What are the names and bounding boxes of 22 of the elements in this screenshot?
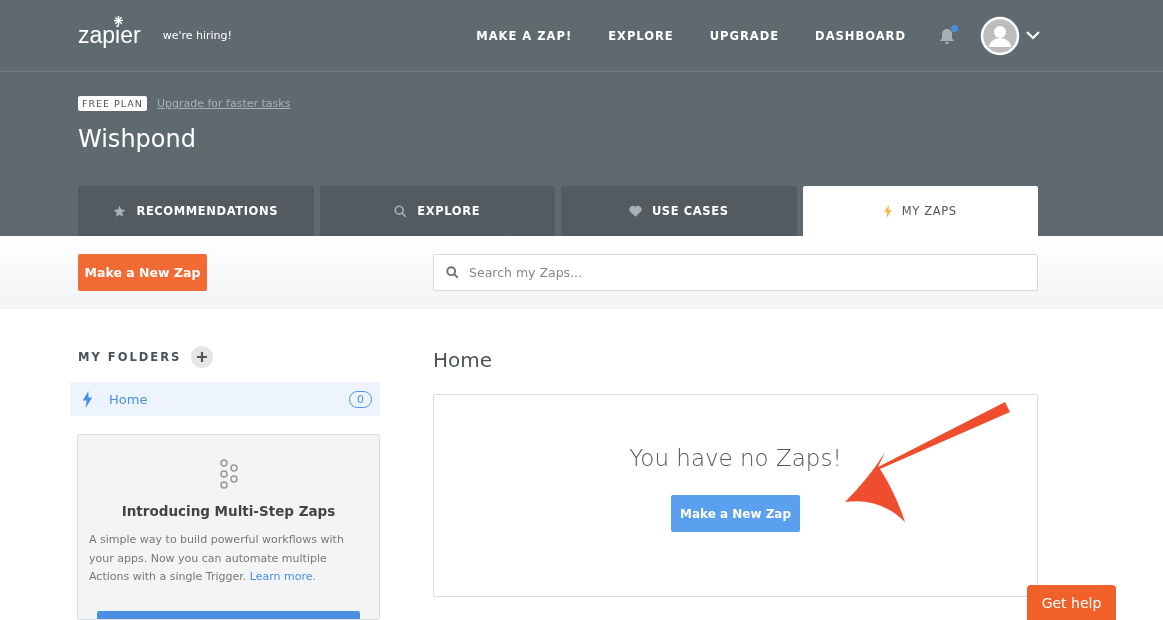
new-zap-button[interactable]: Make a New Zap — [78, 254, 207, 291]
nav-link[interactable]: MAKE A ZAP! — [476, 28, 573, 43]
tab[interactable]: RECOMMENDATIONS — [78, 186, 314, 236]
folder-heading: Home — [433, 347, 494, 374]
folder-name: Home — [109, 391, 149, 407]
promo-title: Introducing Multi-Step Zaps — [121, 503, 336, 519]
hiring-link[interactable]: we're hiring! — [162, 29, 232, 42]
nav-link[interactable]: DASHBOARD — [815, 28, 906, 43]
tab[interactable]: USE CASES — [561, 186, 797, 236]
account-name: Wishpond — [78, 125, 197, 155]
folder-item[interactable]: Home 0 — [70, 382, 380, 416]
nav-link[interactable]: UPGRADE — [709, 28, 780, 43]
get-help-button[interactable]: Get help — [1027, 585, 1116, 620]
tab[interactable]: EXPLORE — [319, 186, 555, 236]
folders-title: MY FOLDERS — [78, 350, 182, 364]
zapier-logo[interactable]: zapier — [78, 22, 141, 49]
search-field[interactable]: Search my Zaps... — [433, 254, 1038, 291]
nav-link[interactable]: EXPLORE — [608, 28, 674, 43]
plan-badge: FREE PLAN — [78, 96, 147, 111]
empty-message: You have no Zaps! — [629, 445, 842, 471]
tab[interactable]: MY ZAPS — [802, 186, 1038, 236]
promo-text: A simple way to build powerful workflows with your apps. Now you can automate multiple Actions with a single Trigger. Learn more. — [89, 532, 345, 585]
